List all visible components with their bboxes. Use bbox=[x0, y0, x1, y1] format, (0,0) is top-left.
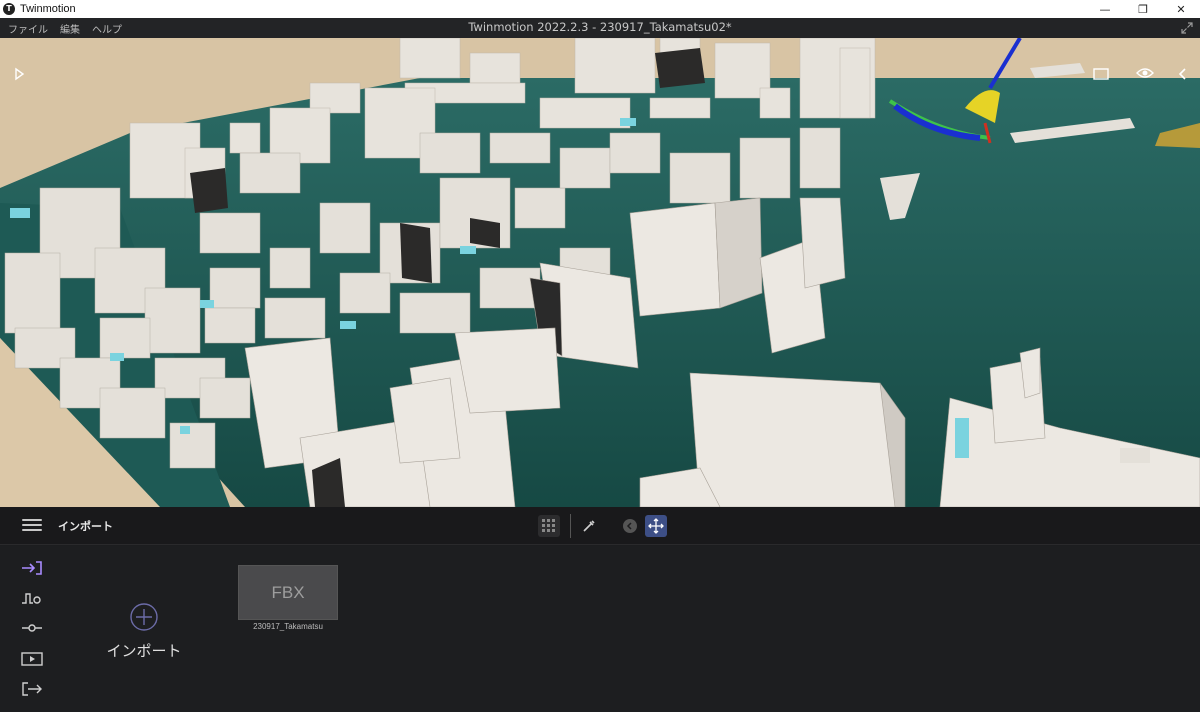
back-button[interactable] bbox=[619, 515, 641, 537]
add-circle-icon bbox=[130, 603, 158, 631]
minimize-button[interactable]: — bbox=[1086, 0, 1124, 18]
import-label: インポート bbox=[106, 642, 182, 660]
collapse-panel-icon[interactable] bbox=[1174, 65, 1192, 83]
file-thumbnail[interactable]: FBX bbox=[238, 565, 338, 620]
restore-button[interactable]: ❐ bbox=[1124, 0, 1162, 18]
play-panel-icon[interactable] bbox=[10, 65, 28, 83]
grid-view-icon bbox=[542, 519, 555, 532]
menu-help[interactable]: ヘルプ bbox=[92, 21, 122, 36]
context-icon[interactable] bbox=[20, 589, 44, 607]
grid-view-button[interactable] bbox=[538, 515, 560, 537]
import-icon[interactable] bbox=[20, 559, 44, 577]
move-icon bbox=[648, 518, 664, 534]
move-button[interactable] bbox=[645, 515, 667, 537]
menu-file[interactable]: ファイル bbox=[8, 21, 48, 36]
city-scene bbox=[0, 38, 1200, 507]
eyedropper-button[interactable] bbox=[578, 515, 600, 537]
file-type-label: FBX bbox=[271, 582, 305, 602]
bottom-toolbar: インポート bbox=[0, 507, 1200, 545]
eyedropper-icon bbox=[583, 520, 595, 532]
window-title: Twinmotion bbox=[20, 3, 76, 15]
export-icon[interactable] bbox=[20, 680, 44, 698]
settings-icon[interactable] bbox=[20, 619, 44, 637]
fullscreen-icon[interactable] bbox=[1180, 21, 1194, 35]
window-controls: — ❐ ✕ bbox=[1086, 0, 1200, 18]
back-icon bbox=[623, 519, 637, 533]
close-button[interactable]: ✕ bbox=[1162, 0, 1200, 18]
menu-bar: ファイル 編集 ヘルプ Twinmotion 2022.2.3 - 230917… bbox=[0, 18, 1200, 38]
file-name: 230917_Takamatsu bbox=[253, 622, 323, 631]
window-titlebar: T Twinmotion — ❐ ✕ bbox=[0, 0, 1200, 18]
section-title: インポート bbox=[58, 520, 113, 533]
twinmotion-logo-icon: T bbox=[3, 3, 15, 15]
menu-edit[interactable]: 編集 bbox=[60, 21, 80, 36]
import-panel: インポート FBX 230917_Takamatsu bbox=[0, 546, 1200, 712]
import-button[interactable]: インポート bbox=[100, 602, 188, 662]
menu-hamburger-icon[interactable] bbox=[22, 519, 42, 533]
document-title: Twinmotion 2022.2.3 - 230917_Takamatsu02… bbox=[468, 20, 732, 34]
3d-viewport[interactable] bbox=[0, 38, 1200, 507]
eye-icon[interactable] bbox=[1135, 64, 1155, 82]
toolbar-separator bbox=[570, 514, 571, 538]
aspect-frame-icon[interactable] bbox=[1092, 65, 1110, 83]
media-icon[interactable] bbox=[20, 650, 44, 668]
logo-letter: T bbox=[6, 4, 12, 13]
